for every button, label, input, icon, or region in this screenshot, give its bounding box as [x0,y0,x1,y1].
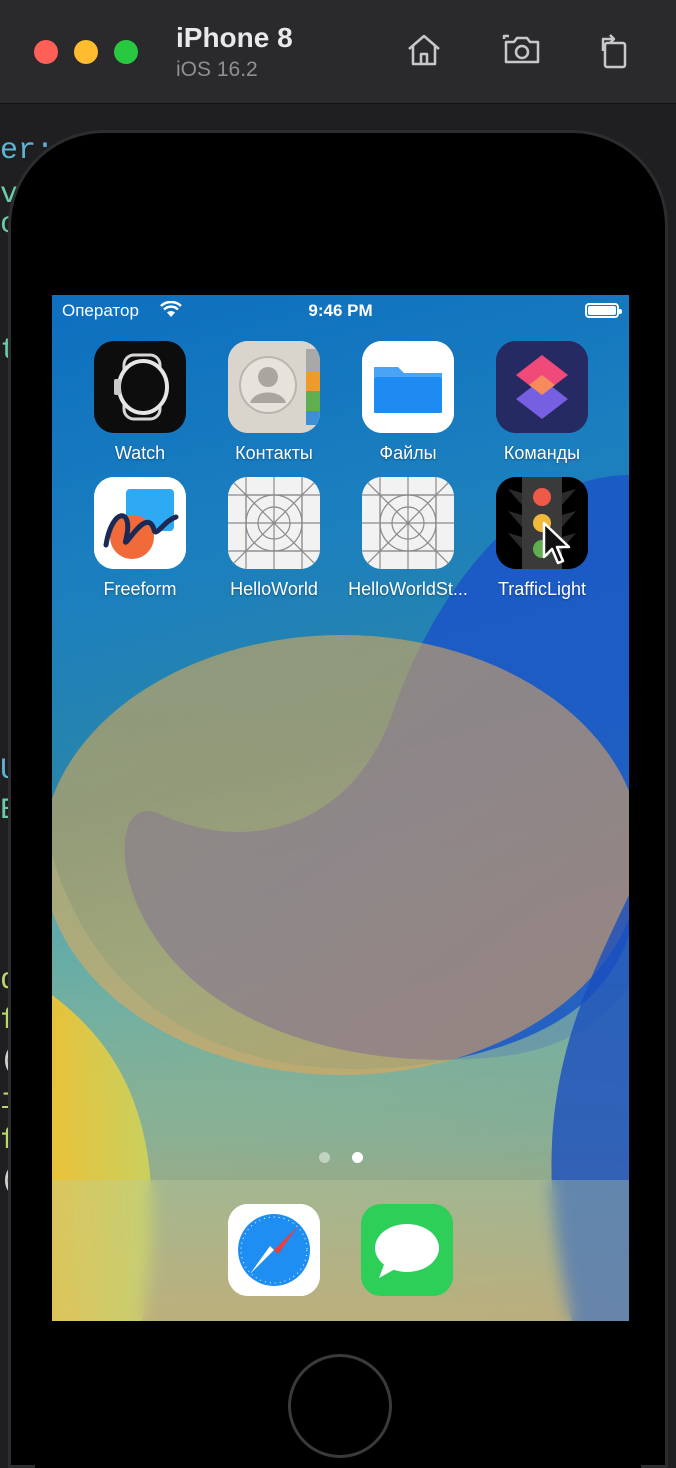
app-label: Watch [114,443,166,463]
close-window-button[interactable] [34,40,58,64]
mouse-cursor-icon [542,521,571,565]
home-icon [408,34,440,66]
app-label: HelloWorld [230,579,318,599]
screenshot-button[interactable] [498,26,546,74]
page-indicator[interactable] [52,1152,629,1164]
dock [52,1180,629,1321]
placeholder-app-icon [362,477,454,569]
app-label: Файлы [379,443,437,463]
app-helloworldst[interactable]: HelloWorldSt... [338,477,478,600]
home-button[interactable] [400,26,448,74]
status-time: 9:46 PM [308,301,373,320]
simulator-titlebar: iPhone 8 iOS 16.2 [0,0,676,104]
app-label: HelloWorldSt... [348,579,468,599]
zoom-window-button[interactable] [114,40,138,64]
app-shortcuts[interactable]: Команды [472,341,612,464]
app-label: Контакты [235,443,313,463]
app-label: TrafficLight [497,579,587,599]
battery-icon [585,303,622,318]
minimize-window-button[interactable] [74,40,98,64]
placeholder-app-icon [228,477,320,569]
shortcuts-icon [496,341,588,433]
contacts-icon [228,341,320,433]
screenshot-icon [502,34,540,64]
app-files[interactable]: Файлы [338,341,478,464]
app-watch[interactable]: Watch [70,341,210,464]
rotate-button[interactable] [590,26,638,74]
messages-icon[interactable] [361,1204,453,1296]
app-contacts[interactable]: Контакты [204,341,344,464]
hardware-home-button[interactable] [288,1354,392,1458]
page-dot-active[interactable] [351,1152,363,1163]
rotate-icon [601,34,627,69]
device-name: iPhone 8 [176,22,293,53]
os-version: iOS 16.2 [176,58,258,81]
status-bar: Оператор 9:46 PM [52,295,629,327]
app-helloworld[interactable]: HelloWorld [204,477,344,600]
app-label: Freeform [103,579,177,599]
watch-icon [94,341,186,433]
app-freeform[interactable]: Freeform [70,477,210,600]
page-dot[interactable] [318,1152,330,1163]
freeform-icon [94,477,186,569]
home-screen: Оператор 9:46 PM Watch Контакты Файлы Ко… [52,295,629,1321]
files-icon [362,341,454,433]
app-label: Команды [503,443,581,463]
safari-icon[interactable] [228,1204,320,1296]
